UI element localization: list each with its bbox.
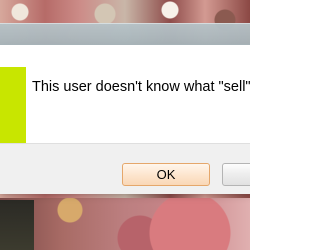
background-banknote-bottom-image (0, 198, 250, 250)
dialog-content (0, 45, 250, 149)
background-dark-strip (0, 200, 34, 250)
dialog-button-bar: OK (0, 143, 250, 194)
message-dialog: This user doesn't know what "sell" m OK (0, 23, 250, 194)
dialog-message: This user doesn't know what "sell" m (32, 79, 250, 95)
dialog-titlebar[interactable] (0, 23, 250, 46)
secondary-button[interactable] (222, 163, 250, 186)
ok-button[interactable]: OK (122, 163, 210, 186)
screen: This user doesn't know what "sell" m OK (0, 0, 250, 250)
